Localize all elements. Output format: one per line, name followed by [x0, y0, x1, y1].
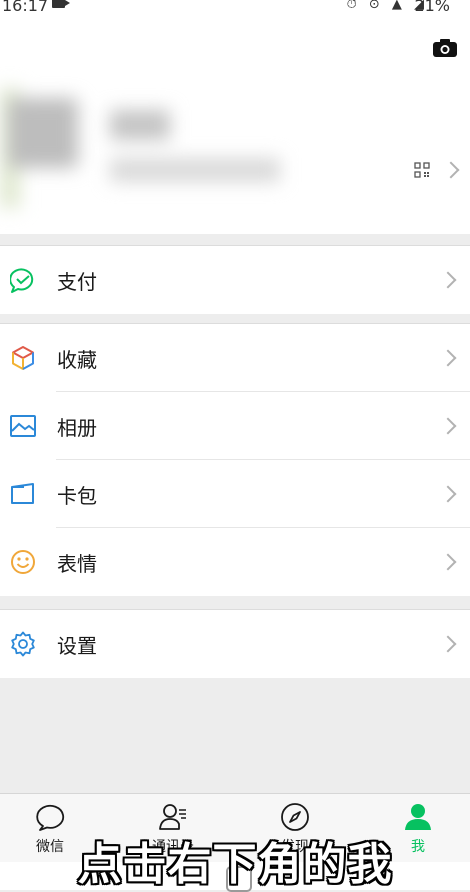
menu-label-favorites: 收藏 — [57, 348, 97, 372]
chevron-right-icon — [439, 417, 457, 435]
favorites-cube-icon — [12, 346, 34, 370]
profile-header[interactable] — [0, 16, 470, 234]
chevron-right-icon — [439, 635, 457, 653]
battery-level: 21% — [414, 0, 450, 15]
menu-item-cards[interactable]: 卡包 — [0, 460, 470, 528]
video-recording-icon — [52, 0, 70, 8]
menu-label-album: 相册 — [57, 416, 97, 440]
menu-item-favorites[interactable]: 收藏 — [0, 324, 470, 392]
album-image-icon — [10, 415, 36, 437]
chevron-right-icon — [442, 161, 460, 179]
chevron-right-icon — [439, 349, 457, 367]
menu-label-pay: 支付 — [57, 270, 97, 294]
menu-item-settings[interactable]: 设置 — [0, 610, 470, 678]
qr-code-icon[interactable] — [414, 162, 430, 178]
chevron-right-icon — [439, 271, 457, 289]
status-bar: 16:17 ⏱ ⊙ ▲ ◢ 21% — [0, 0, 470, 16]
camera-icon[interactable] — [432, 38, 458, 58]
settings-group: 设置 — [0, 609, 470, 678]
menu-item-pay[interactable]: 支付 — [0, 246, 470, 314]
pay-icon — [10, 268, 34, 293]
chevron-right-icon — [439, 553, 457, 571]
status-time: 16:17 — [2, 0, 49, 15]
menu-item-album[interactable]: 相册 — [0, 392, 470, 460]
menu-label-settings: 设置 — [57, 634, 97, 658]
settings-gear-icon — [11, 631, 35, 657]
chevron-right-icon — [439, 485, 457, 503]
menu-label-cards: 卡包 — [57, 484, 97, 508]
card-wallet-icon — [11, 483, 34, 504]
pay-group: 支付 — [0, 245, 470, 314]
blurred-user-info — [0, 88, 300, 218]
main-menu-group: 收藏 相册 卡包 表情 — [0, 323, 470, 596]
smiley-face-icon — [11, 550, 35, 574]
menu-label-stickers: 表情 — [57, 552, 97, 576]
tutorial-subtitle: 点击右下角的我 — [77, 839, 393, 890]
menu-item-stickers[interactable]: 表情 — [0, 528, 470, 596]
